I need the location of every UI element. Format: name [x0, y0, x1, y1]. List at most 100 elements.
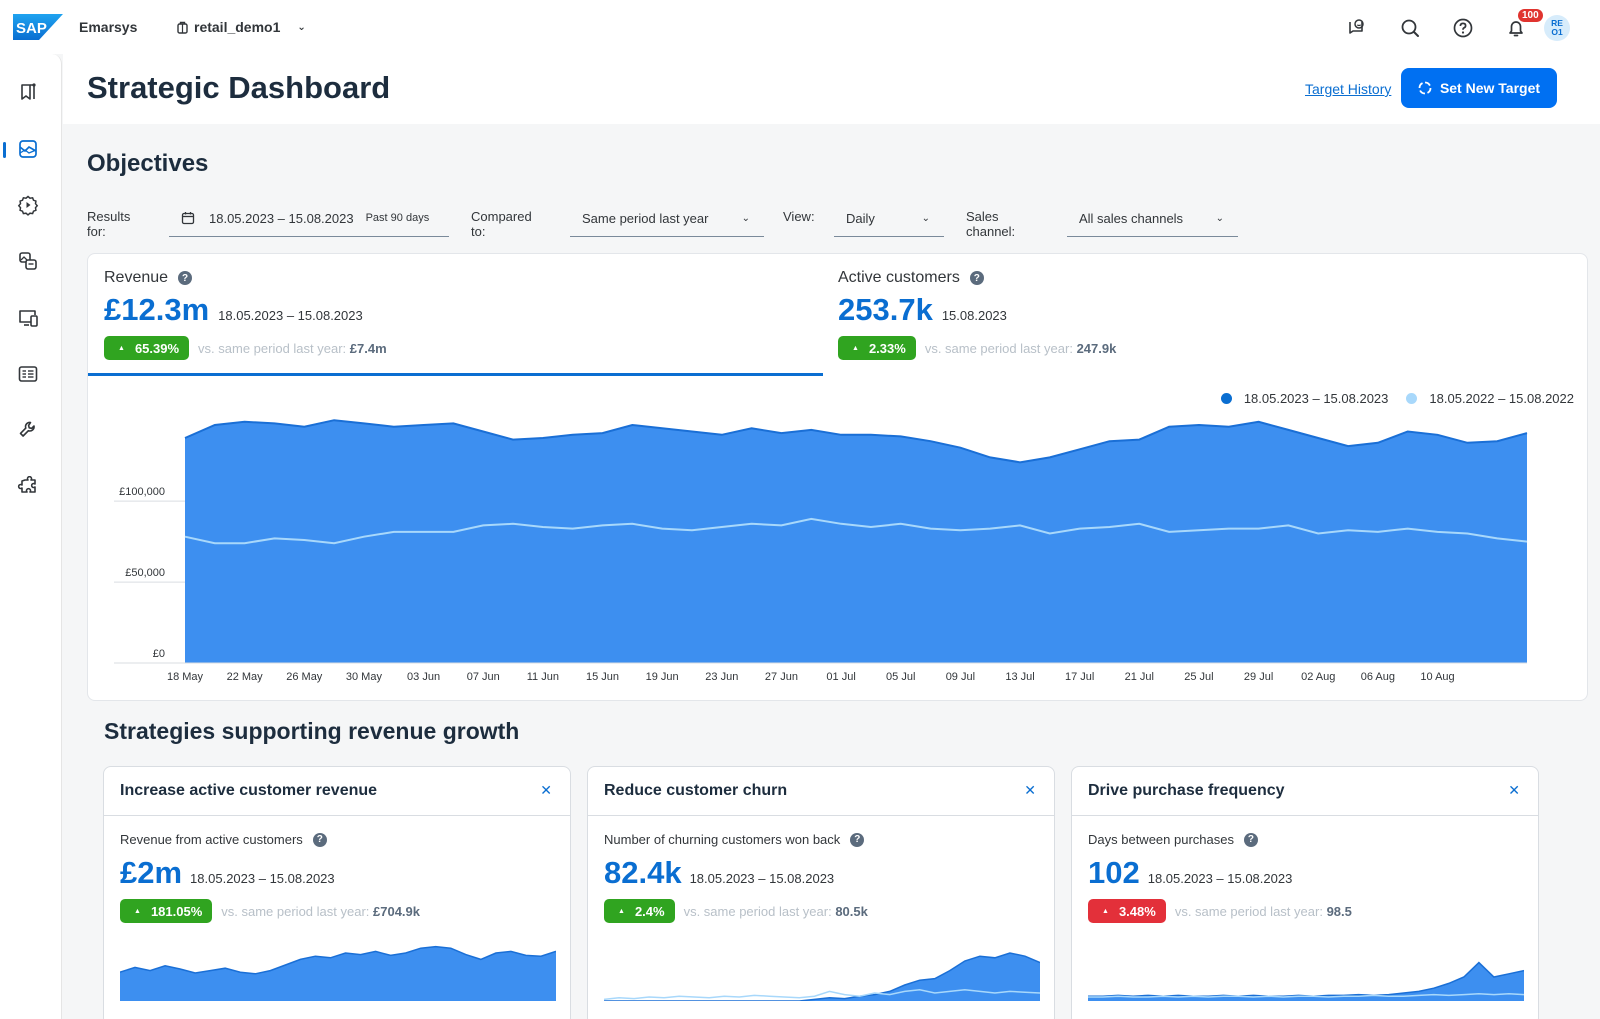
kpi-tab-active-customers[interactable]: Active customers ? 253.7k 15.08.2023 ▲ 2.… [822, 254, 1587, 376]
compare-text: vs. same period last year: £704.9k [221, 904, 420, 919]
x-tick-label: 01 Jul [826, 671, 855, 683]
up-arrow-icon: ▲ [134, 907, 141, 915]
compare-text: vs. same period last year: £7.4m [198, 341, 387, 356]
metric-date: 18.05.2023 – 15.08.2023 [190, 871, 335, 886]
x-tick-label: 09 Jul [946, 671, 975, 683]
target-history-link[interactable]: Target History [1305, 81, 1391, 97]
compare-value: £704.9k [373, 903, 421, 919]
metric-value: 82.4k [604, 855, 682, 890]
delta-value: 2.4% [634, 903, 665, 919]
date-range-picker[interactable]: 18.05.2023 – 15.08.2023 Past 90 days [169, 200, 449, 237]
compare-value: 98.5 [1326, 903, 1352, 919]
x-tick-label: 19 Jun [646, 671, 679, 683]
up-arrow-icon: ▲ [118, 344, 125, 352]
content-icon [19, 252, 37, 270]
close-icon[interactable]: ✕ [1508, 782, 1520, 799]
feedback-icon [1349, 19, 1364, 34]
sap-logo[interactable]: SAP [13, 14, 63, 40]
help-icon[interactable]: ? [178, 271, 193, 285]
delta-badge: ▲ 3.48% [1088, 899, 1166, 923]
kpi-label: Revenue [104, 269, 169, 286]
metric-label: Revenue from active customers [120, 832, 303, 847]
compare-text: vs. same period last year: 247.9k [925, 341, 1117, 356]
strategy-title: Increase active customer revenue [120, 782, 378, 799]
results-for-label: Results for: [87, 209, 131, 239]
account-switcher[interactable]: retail_demo1 ⌄ [176, 19, 306, 35]
x-tick-label: 21 Jul [1125, 671, 1154, 683]
view-select[interactable]: Daily ⌄ [834, 200, 944, 237]
help-icon [1453, 18, 1473, 38]
x-tick-label: 02 Aug [1301, 671, 1335, 683]
notifications-button[interactable]: 100 [1496, 8, 1543, 48]
nav-item-bookmarks[interactable] [14, 78, 42, 106]
nav-item-channels[interactable] [14, 304, 42, 332]
nav-item-automation[interactable] [14, 191, 42, 219]
x-tick-label: 30 May [346, 671, 383, 683]
wrench-icon [19, 421, 35, 437]
y-tick-label: £50,000 [125, 567, 165, 579]
x-tick-label: 22 May [227, 671, 264, 683]
revenue-area-chart: £0 £50,000 £100,000 18 May 22 May 26 May 30 Ma… [114, 419, 1528, 683]
view-label: View: [783, 209, 815, 224]
search-button[interactable] [1390, 8, 1430, 48]
metric-date: 18.05.2023 – 15.08.2023 [689, 871, 835, 886]
user-avatar[interactable]: RE O1 [1544, 15, 1570, 41]
x-tick-label: 11 Jun [527, 671, 559, 683]
help-icon[interactable]: ? [312, 832, 327, 847]
nav-item-dashboard[interactable] [14, 135, 42, 163]
x-tick-label: 13 Jul [1005, 671, 1034, 683]
strategy-title: Drive purchase frequency [1088, 782, 1285, 799]
x-tick-label: 29 Jul [1244, 671, 1273, 683]
set-new-target-button[interactable]: Set New Target [1401, 68, 1557, 108]
delta-badge: ▲ 2.33% [838, 336, 916, 360]
help-icon[interactable]: ? [850, 832, 865, 847]
nav-item-content[interactable] [14, 247, 42, 275]
help-icon[interactable]: ? [969, 271, 984, 285]
legend-dot-current [1220, 393, 1232, 404]
sales-channel-select[interactable]: All sales channels ⌄ [1067, 200, 1238, 237]
x-tick-label: 06 Aug [1361, 671, 1395, 683]
delta-badge: ▲ 65.39% [104, 336, 190, 360]
x-tick-label: 05 Jul [886, 671, 915, 683]
kpi-value: £12.3m [104, 292, 210, 327]
left-navigation [0, 54, 62, 1019]
help-button[interactable] [1443, 8, 1483, 48]
chevron-down-icon: ⌄ [1215, 212, 1224, 224]
top-bar: SAP Emarsys retail_demo1 ⌄ 100 RE O1 [0, 0, 1600, 54]
product-name: Emarsys [79, 19, 138, 35]
compared-to-label: Compared to: [471, 209, 532, 239]
nav-item-catalog[interactable] [14, 360, 42, 388]
kpi-tab-revenue[interactable]: Revenue ? £12.3m 18.05.2023 – 15.08.2023… [88, 254, 823, 376]
bookmark-icon [21, 83, 36, 100]
strategy-card: Reduce customer churn ✕ Number of churnin… [587, 766, 1055, 1019]
set-new-target-label: Set New Target [1439, 80, 1541, 96]
dashboard-chart-icon [19, 140, 37, 158]
account-name: retail_demo1 [194, 19, 281, 35]
delta-value: 65.39% [134, 340, 180, 356]
compare-label: vs. same period last year: [924, 340, 1073, 356]
account-building-icon [177, 21, 188, 34]
kpi-label: Active customers [838, 269, 960, 286]
compared-to-select[interactable]: Same period last year ⌄ [570, 200, 764, 237]
help-icon[interactable]: ? [1243, 832, 1258, 847]
current-period-area [185, 420, 1527, 663]
compare-text: vs. same period last year: 98.5 [1175, 904, 1352, 919]
date-range-value: 18.05.2023 – 15.08.2023 [209, 210, 354, 226]
compare-value: 247.9k [1076, 340, 1117, 356]
chevron-down-icon: ⌄ [741, 212, 750, 224]
nav-item-management[interactable] [14, 416, 42, 444]
delta-value: 181.05% [150, 903, 203, 919]
catalog-list-icon [18, 366, 38, 382]
close-icon[interactable]: ✕ [540, 782, 552, 799]
sparkline-chart [120, 945, 556, 1001]
x-tick-label: 25 Jul [1184, 671, 1213, 683]
nav-item-add-ons[interactable] [14, 473, 42, 501]
view-value: Daily [846, 210, 875, 226]
compared-to-value: Same period last year [582, 210, 709, 226]
feedback-button[interactable] [1337, 8, 1377, 48]
up-arrow-icon: ▲ [852, 344, 859, 352]
avatar-initials-2: O1 [1551, 27, 1563, 37]
x-tick-label: 17 Jul [1065, 671, 1094, 683]
close-icon[interactable]: ✕ [1024, 782, 1036, 799]
metric-label: Days between purchases [1088, 832, 1234, 847]
